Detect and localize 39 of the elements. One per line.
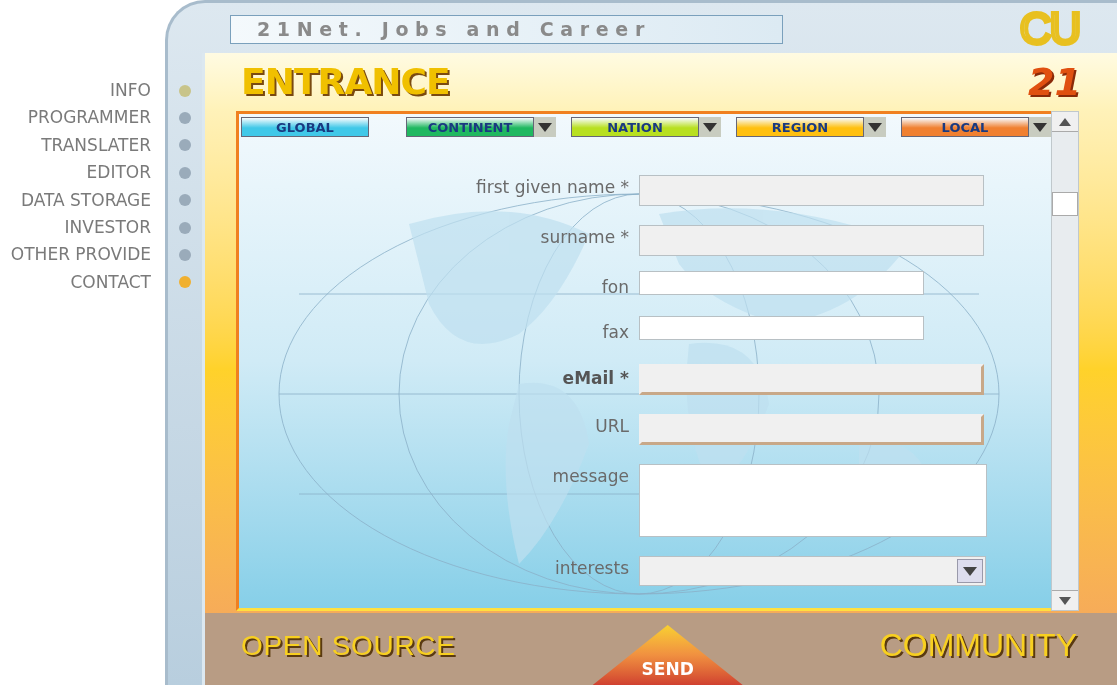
- nav-link[interactable]: INVESTOR: [64, 214, 151, 241]
- message-box[interactable]: [639, 464, 987, 537]
- nav-link[interactable]: DATA STORAGE: [20, 187, 151, 213]
- field-label: eMail *: [561, 367, 630, 390]
- nav-link[interactable]: INFO: [110, 77, 151, 104]
- filter-tab[interactable]: GLOBAL: [241, 117, 369, 137]
- footer-text: COMMUNITY: [879, 626, 1077, 665]
- input-field[interactable]: [639, 271, 924, 295]
- page-heading: ENTRANCE: [241, 60, 450, 104]
- down-arrow-icon[interactable]: [1059, 596, 1071, 605]
- field-label: URL: [594, 415, 630, 438]
- nav-link[interactable]: OTHER PROVIDE: [10, 242, 151, 268]
- scrollbar-thumb[interactable]: [1052, 192, 1078, 216]
- input-field[interactable]: [639, 225, 984, 256]
- filter-tab[interactable]: REGION: [736, 117, 864, 137]
- filter-tab[interactable]: CONTINENT: [406, 117, 534, 137]
- nav-link[interactable]: EDITOR: [86, 160, 151, 186]
- field-label: surname *: [539, 226, 630, 249]
- up-arrow-icon[interactable]: [1059, 117, 1071, 126]
- field-label: first given name *: [475, 176, 630, 199]
- field-label: fon: [600, 276, 630, 299]
- field-label: message: [551, 465, 630, 488]
- input-field[interactable]: [639, 315, 924, 340]
- logo-number: 21: [1028, 58, 1081, 106]
- site-title: 21Net. Jobs and Career: [230, 15, 783, 44]
- nav-link[interactable]: PROGRAMMER: [27, 105, 151, 131]
- field-label: fax: [601, 320, 630, 344]
- footer-text: OPEN SOURCE: [241, 629, 456, 663]
- nav-link[interactable]: CONTACT: [70, 269, 151, 296]
- dropdown-arrow-icon: [963, 566, 977, 576]
- filter-tab[interactable]: NATION: [571, 117, 699, 137]
- scrollbar[interactable]: [1051, 111, 1079, 611]
- field-label: interests: [553, 557, 630, 580]
- filter-tab[interactable]: LOCAL: [901, 117, 1029, 137]
- send-button[interactable]: SEND: [592, 625, 743, 685]
- logo: CU: [1019, 7, 1079, 51]
- input-field[interactable]: [639, 175, 984, 206]
- nav-link[interactable]: TRANSLATER: [41, 132, 151, 159]
- select-field[interactable]: [639, 556, 986, 586]
